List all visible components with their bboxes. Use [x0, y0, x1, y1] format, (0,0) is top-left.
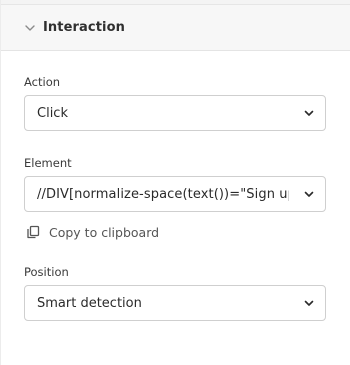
- element-select-value: //DIV[normalize-space(text())="Sign up"]: [37, 186, 289, 202]
- chevron-down-icon: [303, 107, 315, 119]
- element-label: Element: [24, 156, 72, 170]
- copy-to-clipboard-label: Copy to clipboard: [49, 224, 160, 240]
- copy-icon: [26, 225, 40, 239]
- copy-to-clipboard-button[interactable]: Copy to clipboard: [26, 223, 159, 241]
- element-select[interactable]: //DIV[normalize-space(text())="Sign up"]: [24, 176, 326, 212]
- section-title: Interaction: [43, 20, 125, 35]
- position-label: Position: [24, 265, 69, 279]
- position-select[interactable]: Smart detection: [24, 285, 326, 321]
- action-select-value: Click: [37, 105, 68, 121]
- chevron-down-icon: [303, 188, 315, 200]
- interaction-panel: Interaction Action Click Element //DIV[n…: [0, 0, 350, 365]
- interaction-section-header[interactable]: Interaction: [1, 5, 350, 51]
- action-label: Action: [24, 75, 61, 89]
- action-select[interactable]: Click: [24, 95, 326, 131]
- chevron-down-icon: [23, 21, 37, 35]
- position-select-value: Smart detection: [37, 295, 142, 311]
- chevron-down-icon: [303, 297, 315, 309]
